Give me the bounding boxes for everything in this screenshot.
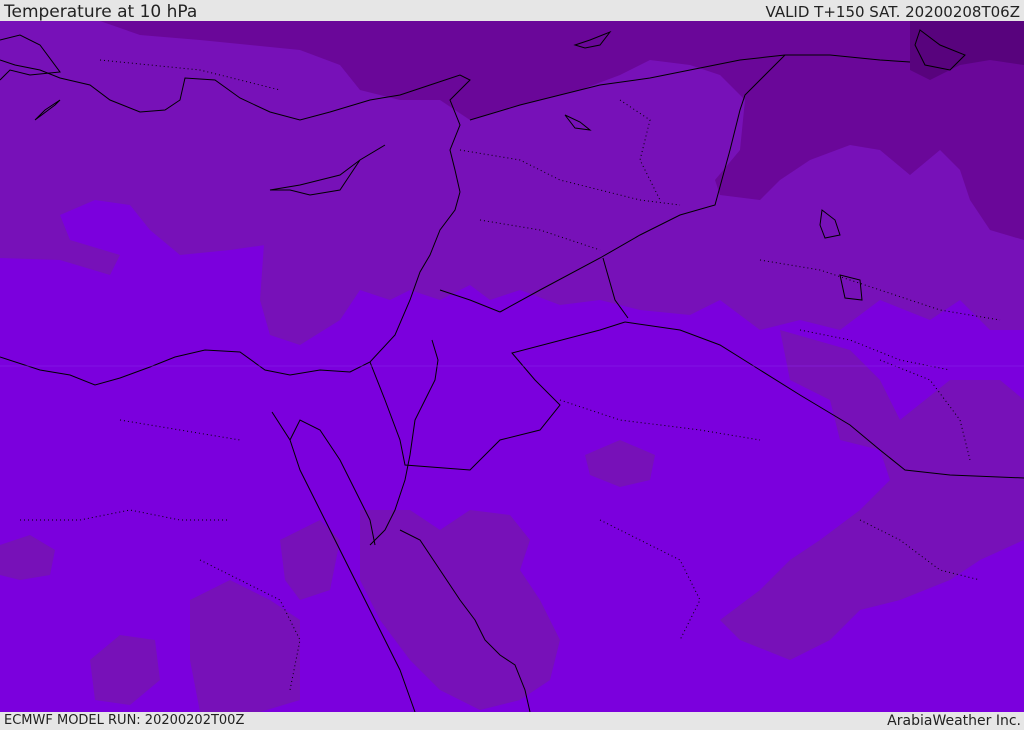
footer-bar: ECMWF MODEL RUN: 20200202T00Z ArabiaWeat… [0,712,1024,729]
temperature-map[interactable] [0,21,1024,712]
valid-time-label: VALID T+150 SAT. 20200208T06Z [765,3,1020,21]
brand-credit: ArabiaWeather Inc. [887,713,1021,729]
map-title: Temperature at 10 hPa [4,2,198,22]
header-bar: Temperature at 10 hPa VALID T+150 SAT. 2… [0,0,1024,22]
model-run-label: ECMWF MODEL RUN: 20200202T00Z [4,713,245,728]
